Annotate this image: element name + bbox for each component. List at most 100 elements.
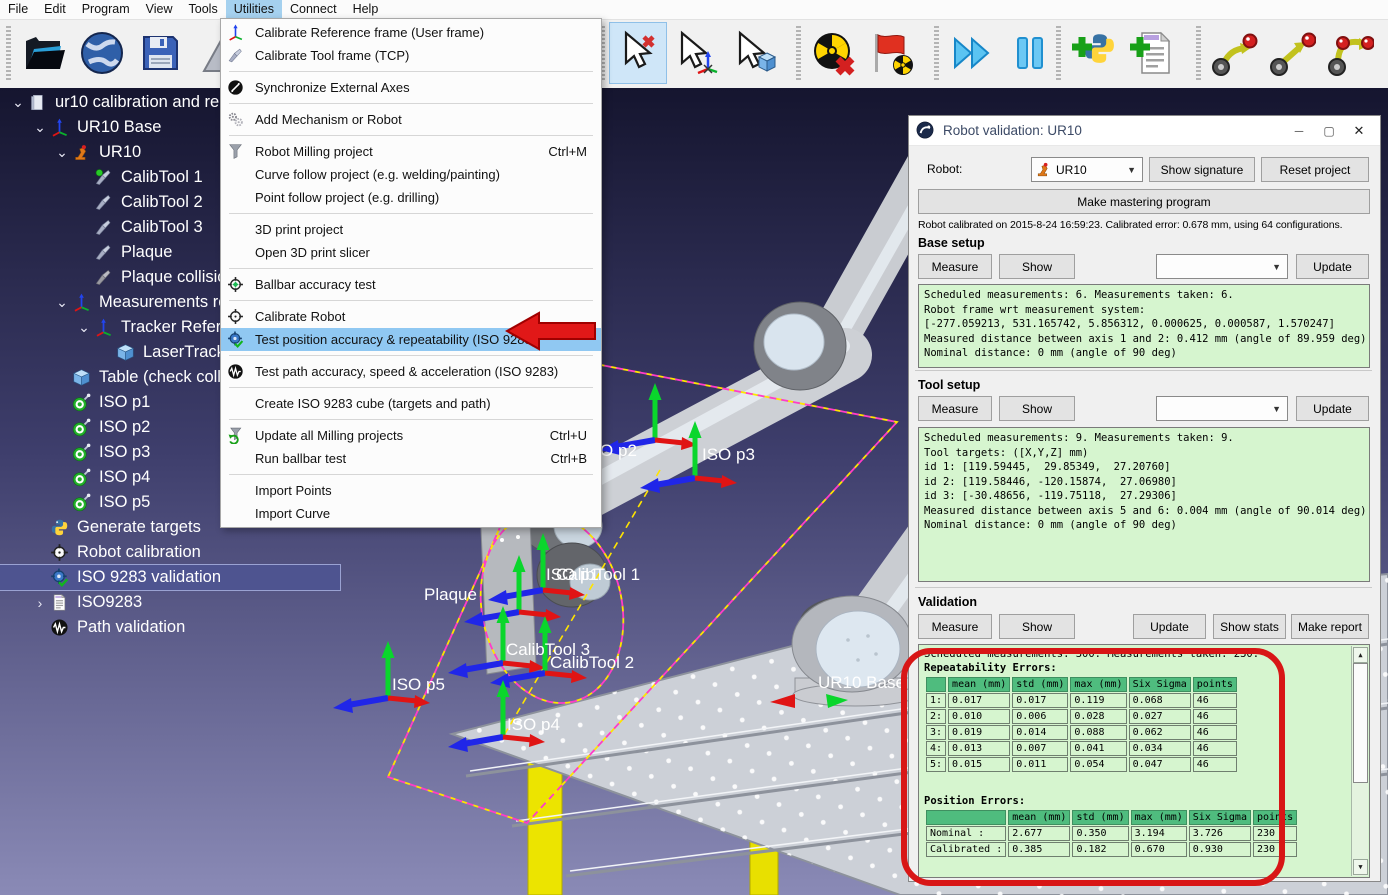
menu-item-curve-follow-project-e-g-welding-painting[interactable]: Curve follow project (e.g. welding/paint… (221, 163, 601, 186)
toolbar-drag-handle[interactable] (1056, 26, 1061, 80)
move-linear-instruction-button[interactable] (1263, 22, 1321, 84)
scroll-up-icon[interactable]: ▲ (1353, 647, 1368, 663)
select-move-object-button[interactable] (725, 22, 783, 84)
tree-item-robot-calibration[interactable]: Robot calibration (0, 540, 340, 565)
menu-item-ballbar-accuracy-test[interactable]: Ballbar accuracy test (221, 273, 601, 296)
scroll-down-icon[interactable]: ▼ (1353, 859, 1368, 875)
toolbar-drag-handle[interactable] (1196, 26, 1201, 80)
expander-icon[interactable]: ⌄ (52, 294, 72, 311)
menu-item-create-iso-9283-cube-targets-and-path[interactable]: Create ISO 9283 cube (targets and path) (221, 392, 601, 415)
collision-map-button[interactable] (863, 22, 921, 84)
iso-val-icon (227, 331, 255, 348)
make-report-button[interactable]: Make report (1291, 614, 1369, 639)
menu-item-calibrate-reference-frame-user-frame[interactable]: Calibrate Reference frame (User frame) (221, 21, 601, 44)
check-collisions-off-button[interactable] (805, 22, 863, 84)
crosshair-icon (227, 308, 255, 325)
label-iso-p3: ISO p3 (702, 445, 755, 464)
move-circular-instruction-button[interactable] (1321, 22, 1379, 84)
open-project-button[interactable] (15, 22, 73, 84)
show-signature-button[interactable]: Show signature (1149, 157, 1255, 182)
menu-separator (229, 474, 593, 475)
tool-show-button[interactable]: Show (999, 396, 1075, 421)
robodk-app: ISO p2 ISO p3 ISO p1 CalibTool 1 Plaque … (0, 0, 1388, 895)
tree-item-label: ISO p3 (96, 443, 150, 462)
menu-item-label: 3D print project (255, 222, 587, 237)
menu-separator (229, 103, 593, 104)
tool-update-button[interactable]: Update (1296, 396, 1369, 421)
menubar-item-program[interactable]: Program (74, 0, 138, 19)
menu-item-label: Import Curve (255, 506, 587, 521)
menubar-item-tools[interactable]: Tools (181, 0, 226, 19)
tool-icon (94, 218, 118, 238)
add-python-program-button[interactable] (1065, 22, 1123, 84)
validation-scrollbar[interactable]: ▲ ▼ (1351, 646, 1368, 876)
tree-item-iso9283[interactable]: › ISO9283 (0, 590, 340, 615)
menu-item-run-ballbar-test[interactable]: Run ballbar testCtrl+B (221, 447, 601, 470)
menu-item-calibrate-tool-frame-tcp[interactable]: Calibrate Tool frame (TCP) (221, 44, 601, 67)
base-show-button[interactable]: Show (999, 254, 1075, 279)
scrollbar-thumb[interactable] (1353, 663, 1368, 783)
menu-item-update-all-milling-projects[interactable]: Update all Milling projectsCtrl+U (221, 424, 601, 447)
validation-update-button[interactable]: Update (1133, 614, 1206, 639)
menu-item-import-points[interactable]: Import Points (221, 479, 601, 502)
tree-item-iso-9283-validation[interactable]: ISO 9283 validation (0, 565, 340, 590)
toolbar-drag-handle[interactable] (796, 26, 801, 80)
validation-measure-button[interactable]: Measure (918, 614, 992, 639)
toolbar-drag-handle[interactable] (934, 26, 939, 80)
tool-info-box: Scheduled measurements: 9. Measurements … (918, 427, 1370, 582)
menubar-item-connect[interactable]: Connect (282, 0, 345, 19)
expander-icon[interactable]: ⌄ (74, 319, 94, 336)
target-icon (72, 393, 96, 413)
tool-dropdown[interactable]: ▼ (1156, 396, 1288, 421)
select-move-reference-button[interactable] (667, 22, 725, 84)
menubar-item-file[interactable]: File (0, 0, 36, 19)
menu-item-open-3d-print-slicer[interactable]: Open 3D print slicer (221, 241, 601, 264)
base-measure-button[interactable]: Measure (918, 254, 992, 279)
menu-item-label: Robot Milling project (255, 144, 548, 159)
expander-icon[interactable]: ⌄ (8, 94, 28, 111)
close-button[interactable]: ✕ (1344, 123, 1374, 139)
menu-item-add-mechanism-or-robot[interactable]: Add Mechanism or Robot (221, 108, 601, 131)
save-station-button[interactable] (131, 22, 189, 84)
reset-project-button[interactable]: Reset project (1261, 157, 1369, 182)
toolbar-drag-handle[interactable] (6, 26, 11, 80)
add-report-button[interactable] (1123, 22, 1181, 84)
fast-simulation-button[interactable] (943, 22, 1001, 84)
tool-green-icon (94, 168, 118, 188)
minimize-button[interactable]: ─ (1284, 124, 1314, 138)
select-delete-button[interactable] (609, 22, 667, 84)
make-mastering-button[interactable]: Make mastering program (918, 189, 1370, 214)
move-joint-instruction-button[interactable] (1205, 22, 1263, 84)
frame-icon (227, 24, 255, 41)
dialog-title-bar[interactable]: Robot validation: UR10 ─ ▢ ✕ (909, 116, 1380, 146)
menu-item-synchronize-external-axes[interactable]: Synchronize External Axes (221, 76, 601, 99)
expander-icon[interactable]: › (30, 595, 50, 611)
tool-measure-button[interactable]: Measure (918, 396, 992, 421)
show-stats-button[interactable]: Show stats (1213, 614, 1286, 639)
maximize-button[interactable]: ▢ (1314, 124, 1344, 138)
menu-item-test-path-accuracy-speed-acceleration-iso-9283[interactable]: Test path accuracy, speed & acceleration… (221, 360, 601, 383)
tree-item-label: ISO9283 (74, 593, 142, 612)
tree-item-label: Tracker Refere (118, 318, 230, 337)
menu-item-label: Test path accuracy, speed & acceleration… (255, 364, 587, 379)
menu-item-3d-print-project[interactable]: 3D print project (221, 218, 601, 241)
menubar-item-view[interactable]: View (138, 0, 181, 19)
python-icon (50, 518, 74, 538)
robot-dropdown[interactable]: UR10 ▼ (1031, 157, 1143, 182)
menubar-item-utilities[interactable]: Utilities (226, 0, 282, 19)
menu-item-point-follow-project-e-g-drilling[interactable]: Point follow project (e.g. drilling) (221, 186, 601, 209)
menubar-item-help[interactable]: Help (345, 0, 387, 19)
pause-simulation-button[interactable] (1001, 22, 1059, 84)
base-dropdown[interactable]: ▼ (1156, 254, 1288, 279)
menu-item-label: Calibrate Reference frame (User frame) (255, 25, 587, 40)
expander-icon[interactable]: ⌄ (52, 144, 72, 161)
base-update-button[interactable]: Update (1296, 254, 1369, 279)
menu-item-robot-milling-project[interactable]: Robot Milling projectCtrl+M (221, 140, 601, 163)
menu-item-import-curve[interactable]: Import Curve (221, 502, 601, 525)
tree-item-path-validation[interactable]: Path validation (0, 615, 340, 640)
open-library-button[interactable] (73, 22, 131, 84)
validation-show-button[interactable]: Show (999, 614, 1075, 639)
expander-icon[interactable]: ⌄ (30, 119, 50, 136)
menubar-item-edit[interactable]: Edit (36, 0, 74, 19)
station-icon (28, 93, 52, 113)
